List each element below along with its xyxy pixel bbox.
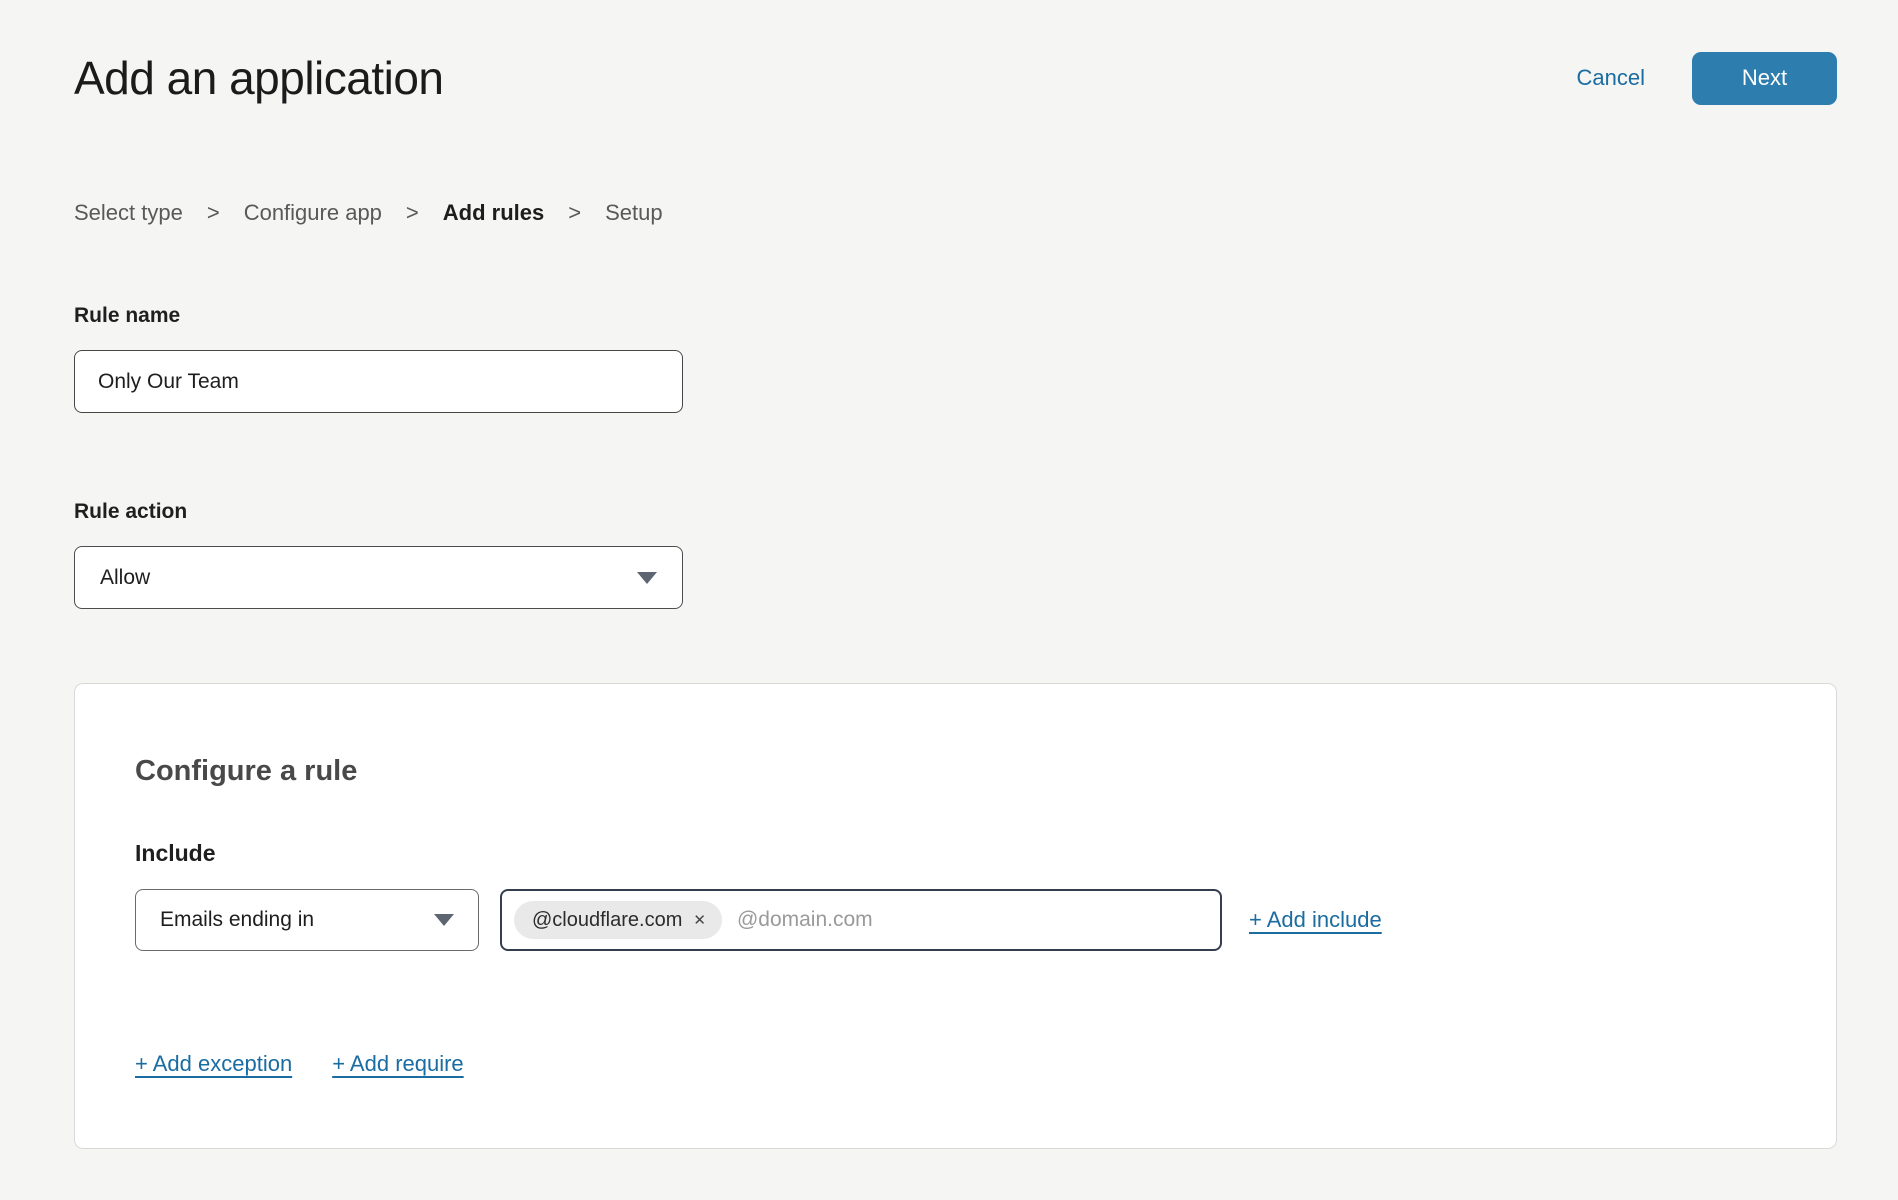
add-exception-link[interactable]: + Add exception <box>135 1049 292 1079</box>
page-title: Add an application <box>74 51 444 105</box>
page-header: Add an application Cancel Next <box>74 0 1837 106</box>
rule-action-select[interactable]: Allow <box>74 546 683 609</box>
include-rule-row: Emails ending in @cloudflare.com ✕ + Add… <box>135 889 1776 951</box>
cancel-button[interactable]: Cancel <box>1577 65 1645 91</box>
step-add-rules[interactable]: Add rules <box>443 200 544 226</box>
card-footer-links: + Add exception + Add require <box>135 1049 1776 1079</box>
add-require-link[interactable]: + Add require <box>332 1049 463 1079</box>
add-include-link[interactable]: + Add include <box>1249 907 1382 933</box>
step-select-type[interactable]: Select type <box>74 200 183 226</box>
breadcrumb-separator: > <box>568 200 581 226</box>
close-icon[interactable]: ✕ <box>693 913 706 928</box>
email-domain-tag: @cloudflare.com ✕ <box>514 901 722 939</box>
rule-type-value: Emails ending in <box>160 908 314 932</box>
rule-action-label: Rule action <box>74 500 1837 524</box>
add-application-page: Add an application Cancel Next Select ty… <box>0 0 1898 1200</box>
step-configure-app[interactable]: Configure app <box>244 200 382 226</box>
card-title: Configure a rule <box>135 753 1776 789</box>
chevron-down-icon <box>637 572 657 584</box>
tag-label: @cloudflare.com <box>532 909 682 932</box>
breadcrumb: Select type > Configure app > Add rules … <box>74 200 1837 226</box>
include-label: Include <box>135 839 1776 867</box>
rule-action-value: Allow <box>100 566 150 590</box>
breadcrumb-separator: > <box>406 200 419 226</box>
email-domain-tag-input[interactable]: @cloudflare.com ✕ <box>500 889 1222 951</box>
breadcrumb-separator: > <box>207 200 220 226</box>
email-domain-input[interactable] <box>737 908 1208 932</box>
header-actions: Cancel Next <box>1577 52 1837 105</box>
rule-name-label: Rule name <box>74 304 1837 328</box>
rule-name-input[interactable] <box>74 350 683 413</box>
step-setup[interactable]: Setup <box>605 200 663 226</box>
next-button[interactable]: Next <box>1692 52 1837 105</box>
rule-type-select[interactable]: Emails ending in <box>135 889 479 951</box>
configure-rule-card: Configure a rule Include Emails ending i… <box>74 683 1837 1149</box>
chevron-down-icon <box>434 914 454 926</box>
